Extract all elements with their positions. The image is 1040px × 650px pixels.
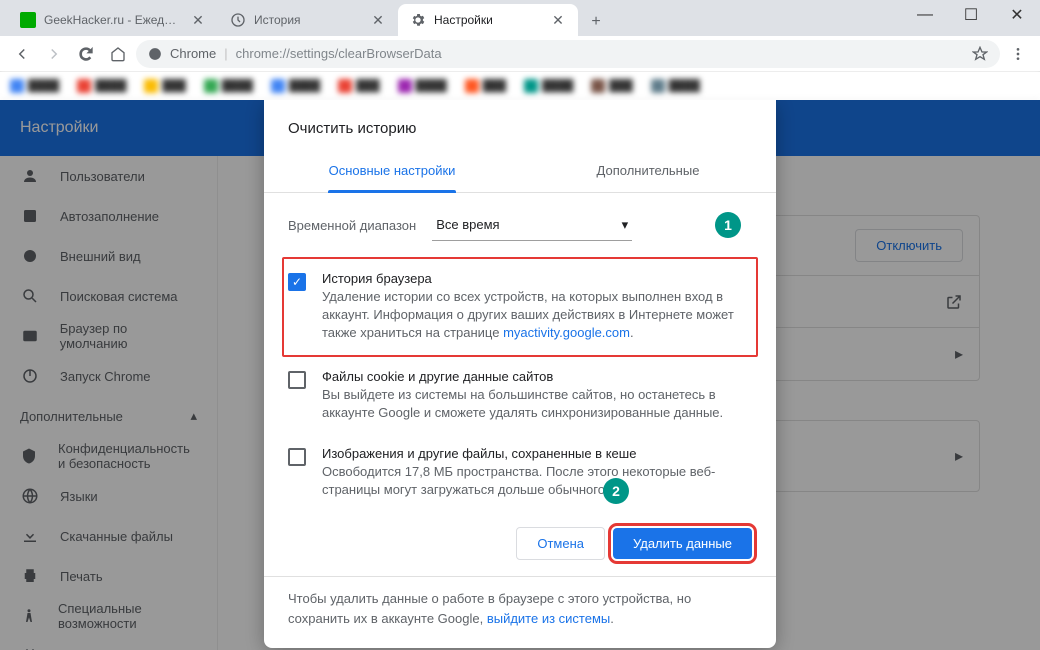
tab-advanced[interactable]: Дополнительные: [520, 149, 776, 192]
reload-button[interactable]: [72, 40, 100, 68]
favicon-icon: [20, 12, 36, 28]
check-item-cookies[interactable]: Файлы cookie и другие данные сайтов Вы в…: [284, 357, 756, 434]
window-close-button[interactable]: ✕: [994, 0, 1040, 30]
browser-tab[interactable]: GeekHacker.ru - Ежедневный ж ✕: [8, 4, 218, 36]
check-title: История браузера: [322, 271, 752, 286]
check-title: Изображения и другие файлы, сохраненные …: [322, 446, 752, 461]
close-icon[interactable]: ✕: [190, 12, 206, 28]
settings-icon: [410, 12, 426, 28]
dialog-tabs: Основные настройки Дополнительные: [264, 149, 776, 193]
signout-link[interactable]: выйдите из системы: [487, 611, 610, 626]
close-icon[interactable]: ✕: [370, 12, 386, 28]
home-button[interactable]: [104, 40, 132, 68]
myactivity-link[interactable]: myactivity.google.com: [503, 325, 630, 340]
url-prefix: Chrome: [170, 46, 216, 61]
back-button[interactable]: [8, 40, 36, 68]
browser-tab[interactable]: История ✕: [218, 4, 398, 36]
check-desc: Вы выйдете из системы на большинстве сай…: [322, 386, 752, 422]
chevron-down-icon: ▾: [622, 217, 629, 233]
tab-basic[interactable]: Основные настройки: [264, 149, 520, 192]
clear-data-button[interactable]: Удалить данные: [613, 528, 752, 559]
bookmark-star-icon[interactable]: [972, 46, 988, 62]
time-range-dropdown[interactable]: Все время ▾: [432, 209, 632, 241]
bookmarks-bar: ████ ████ ███ ████ ████ ███ ████ ███ ███…: [0, 72, 1040, 100]
dialog-title: Очистить историю: [264, 100, 776, 149]
callout-1: 1: [715, 212, 741, 238]
browser-tab-active[interactable]: Настройки ✕: [398, 4, 578, 36]
window-maximize-button[interactable]: ☐: [948, 0, 994, 30]
chrome-icon: [148, 47, 162, 61]
history-icon: [230, 12, 246, 28]
callout-2: 2: [603, 478, 629, 504]
check-item-history[interactable]: ✓ История браузера Удаление истории со в…: [282, 257, 758, 357]
check-title: Файлы cookie и другие данные сайтов: [322, 369, 752, 384]
clear-data-dialog: Очистить историю Основные настройки Допо…: [264, 100, 776, 648]
tab-title: История: [254, 13, 362, 27]
check-item-cache[interactable]: Изображения и другие файлы, сохраненные …: [284, 434, 756, 511]
checkbox-checked[interactable]: ✓: [288, 273, 306, 291]
window-minimize-button[interactable]: —: [902, 0, 948, 30]
checkbox[interactable]: [288, 371, 306, 389]
dialog-footer: Чтобы удалить данные о работе в браузере…: [264, 576, 776, 648]
close-icon[interactable]: ✕: [550, 12, 566, 28]
address-bar[interactable]: Chrome | chrome://settings/clearBrowserD…: [136, 40, 1000, 68]
forward-button[interactable]: [40, 40, 68, 68]
menu-button[interactable]: [1004, 40, 1032, 68]
new-tab-button[interactable]: +: [582, 8, 610, 36]
toolbar: Chrome | chrome://settings/clearBrowserD…: [0, 36, 1040, 72]
cancel-button[interactable]: Отмена: [516, 527, 605, 560]
tab-strip: GeekHacker.ru - Ежедневный ж ✕ История ✕…: [0, 0, 1040, 36]
url-path: chrome://settings/clearBrowserData: [236, 46, 442, 61]
checkbox[interactable]: [288, 448, 306, 466]
check-desc: Освободится 17,8 МБ пространства. После …: [322, 463, 752, 499]
time-range-label: Временной диапазон: [288, 218, 416, 233]
tab-title: Настройки: [434, 13, 542, 27]
tab-title: GeekHacker.ru - Ежедневный ж: [44, 13, 182, 27]
check-desc: Удаление истории со всех устройств, на к…: [322, 288, 752, 343]
